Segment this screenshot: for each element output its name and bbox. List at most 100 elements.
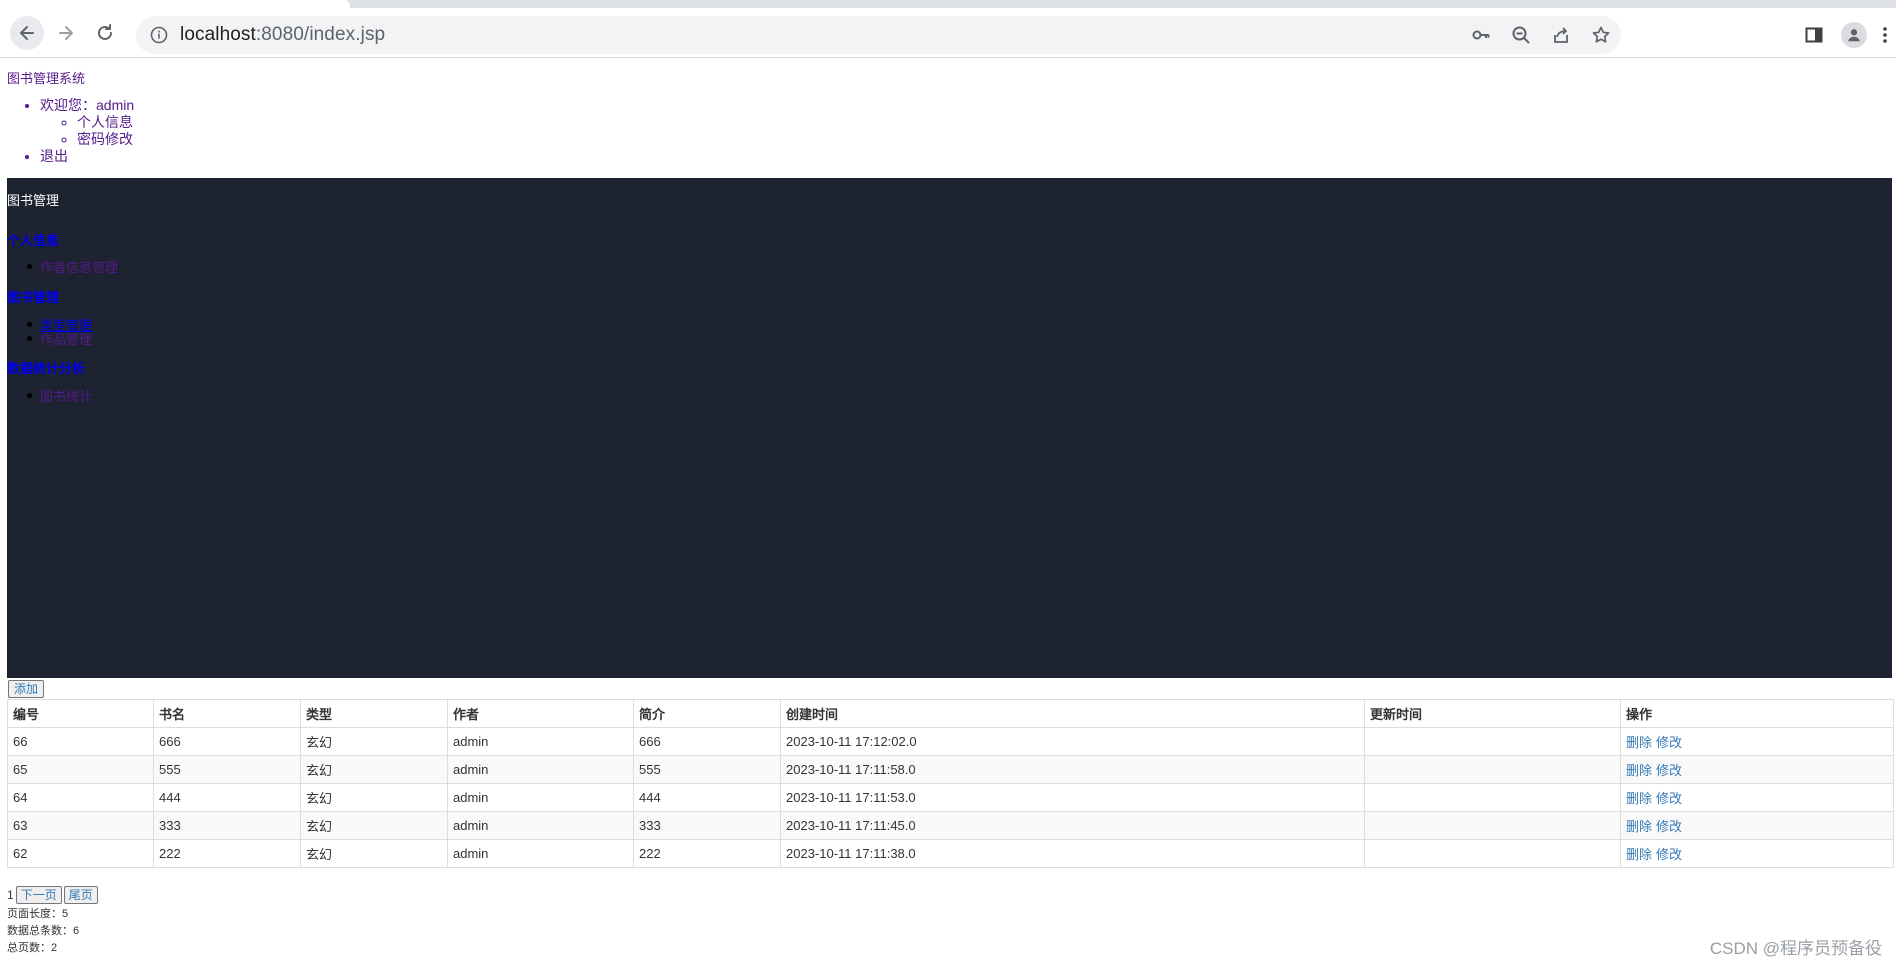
pagination-stats: 页面长度：5 数据总条数：6 总页数：2 bbox=[7, 906, 79, 957]
arrow-right-icon bbox=[59, 25, 73, 40]
table-row: 64 444 玄幻 admin 444 2023-10-11 17:11:53.… bbox=[7, 783, 1894, 812]
cell-name: 333 bbox=[153, 811, 301, 840]
cell-created: 2023-10-11 17:11:38.0 bbox=[780, 839, 1365, 868]
cell-updated bbox=[1364, 727, 1621, 756]
cell-updated bbox=[1364, 783, 1621, 812]
last-page-button[interactable]: 尾页 bbox=[63, 886, 98, 904]
person-icon bbox=[1848, 29, 1860, 42]
next-page-button[interactable]: 下一页 bbox=[15, 886, 62, 904]
reload-button[interactable] bbox=[88, 16, 122, 50]
avatar bbox=[1841, 22, 1867, 48]
cell-id: 63 bbox=[7, 811, 154, 840]
sidebar-group-books[interactable]: 图书管理 bbox=[7, 287, 59, 306]
user-submenu: 个人信息 密码修改 bbox=[40, 114, 134, 148]
col-header-name: 书名 bbox=[153, 699, 301, 728]
edit-link[interactable]: 修改 bbox=[1656, 847, 1682, 862]
cell-author: admin bbox=[447, 811, 634, 840]
cell-actions: 删除 修改 bbox=[1620, 783, 1894, 812]
col-header-intro: 简介 bbox=[633, 699, 781, 728]
delete-link[interactable]: 删除 bbox=[1626, 819, 1652, 834]
table-row: 66 666 玄幻 admin 666 2023-10-11 17:12:02.… bbox=[7, 727, 1894, 756]
cell-name: 222 bbox=[153, 839, 301, 868]
address-bar-actions bbox=[1461, 16, 1621, 54]
reload-icon bbox=[98, 23, 112, 40]
cell-id: 64 bbox=[7, 783, 154, 812]
sidebar-group-personal[interactable]: 个人信息 bbox=[7, 230, 59, 249]
delete-link[interactable]: 删除 bbox=[1626, 763, 1652, 778]
zoom-out-icon bbox=[1512, 26, 1530, 44]
key-icon bbox=[1472, 30, 1490, 40]
table-header-row: 编号 书名 类型 作者 简介 创建时间 更新时间 操作 bbox=[7, 699, 1894, 728]
books-table: 编号 书名 类型 作者 简介 创建时间 更新时间 操作 66 666 玄幻 ad… bbox=[7, 699, 1894, 868]
cell-actions: 删除 修改 bbox=[1620, 727, 1894, 756]
top-nav: 欢迎您：admin 个人信息 密码修改 退出 bbox=[0, 97, 134, 165]
cell-intro: 444 bbox=[633, 783, 781, 812]
col-header-author: 作者 bbox=[447, 699, 634, 728]
bookmark-button[interactable] bbox=[1581, 16, 1621, 54]
brand-link[interactable]: 图书管理系统 bbox=[7, 68, 85, 87]
side-panel-icon bbox=[1805, 27, 1823, 43]
star-icon bbox=[1592, 26, 1610, 43]
profile-button[interactable] bbox=[1834, 16, 1874, 54]
sidebar-item-work-manage[interactable]: 作品管理 bbox=[40, 329, 92, 348]
url-text[interactable]: localhost:8080/index.jsp bbox=[180, 24, 385, 46]
back-button[interactable] bbox=[10, 15, 44, 50]
cell-author: admin bbox=[447, 783, 634, 812]
pagination: 1 下一页 尾页 bbox=[7, 886, 98, 904]
change-password-link[interactable]: 密码修改 bbox=[77, 131, 133, 147]
cell-name: 555 bbox=[153, 755, 301, 784]
forward-button[interactable] bbox=[49, 16, 83, 50]
cell-type: 玄幻 bbox=[300, 783, 448, 812]
total-pages-text: 总页数：2 bbox=[7, 942, 58, 954]
sidebar-item-book-stats[interactable]: 图书统计 bbox=[40, 386, 92, 405]
edit-link[interactable]: 修改 bbox=[1656, 791, 1682, 806]
edit-link[interactable]: 修改 bbox=[1656, 735, 1682, 750]
address-bar[interactable]: localhost:8080/index.jsp bbox=[136, 16, 1621, 54]
watermark: CSDN @程序员预备役 bbox=[1709, 939, 1882, 958]
active-tab[interactable] bbox=[0, 0, 350, 8]
cell-intro: 666 bbox=[633, 727, 781, 756]
logout-link[interactable]: 退出 bbox=[40, 148, 68, 164]
table-row: 62 222 玄幻 admin 222 2023-10-11 17:11:38.… bbox=[7, 839, 1894, 868]
info-icon[interactable] bbox=[150, 26, 168, 44]
cell-type: 玄幻 bbox=[300, 839, 448, 868]
cell-created: 2023-10-11 17:11:58.0 bbox=[780, 755, 1365, 784]
current-page-number: 1 bbox=[7, 888, 14, 902]
url-host: localhost bbox=[180, 24, 256, 45]
delete-link[interactable]: 删除 bbox=[1626, 847, 1652, 862]
user-welcome-link[interactable]: 欢迎您：admin bbox=[40, 97, 134, 113]
url-path: :8080/index.jsp bbox=[255, 24, 386, 45]
sidebar-group-stats[interactable]: 数据统计分析 bbox=[7, 358, 85, 377]
menu-button[interactable] bbox=[1874, 16, 1896, 54]
zoom-button[interactable] bbox=[1501, 16, 1541, 54]
cell-intro: 222 bbox=[633, 839, 781, 868]
cell-type: 玄幻 bbox=[300, 811, 448, 840]
cell-created: 2023-10-11 17:11:53.0 bbox=[780, 783, 1365, 812]
nav-profile-item: 个人信息 bbox=[77, 114, 134, 131]
list-bullet bbox=[27, 322, 32, 327]
delete-link[interactable]: 删除 bbox=[1626, 791, 1652, 806]
col-header-updated: 更新时间 bbox=[1364, 699, 1621, 728]
table-row: 65 555 玄幻 admin 555 2023-10-11 17:11:58.… bbox=[7, 755, 1894, 784]
nav-logout-item: 退出 bbox=[40, 148, 134, 165]
share-button[interactable] bbox=[1541, 16, 1581, 54]
tab-strip bbox=[0, 0, 1896, 8]
cell-actions: 删除 修改 bbox=[1620, 839, 1894, 868]
page-size-text: 页面长度：5 bbox=[7, 908, 69, 920]
cell-actions: 删除 修改 bbox=[1620, 811, 1894, 840]
nav-password-item: 密码修改 bbox=[77, 131, 134, 148]
cell-author: admin bbox=[447, 839, 634, 868]
cell-actions: 删除 修改 bbox=[1620, 755, 1894, 784]
cell-type: 玄幻 bbox=[300, 727, 448, 756]
list-bullet bbox=[27, 393, 32, 398]
add-button[interactable]: 添加 bbox=[8, 680, 45, 698]
side-panel-button[interactable] bbox=[1794, 16, 1834, 54]
edit-link[interactable]: 修改 bbox=[1656, 763, 1682, 778]
sidebar-item-author-manage[interactable]: 作者信息管理 bbox=[40, 257, 118, 276]
profile-link[interactable]: 个人信息 bbox=[77, 114, 133, 130]
password-key-button[interactable] bbox=[1461, 16, 1501, 54]
edit-link[interactable]: 修改 bbox=[1656, 819, 1682, 834]
cell-name: 444 bbox=[153, 783, 301, 812]
delete-link[interactable]: 删除 bbox=[1626, 735, 1652, 750]
cell-updated bbox=[1364, 755, 1621, 784]
